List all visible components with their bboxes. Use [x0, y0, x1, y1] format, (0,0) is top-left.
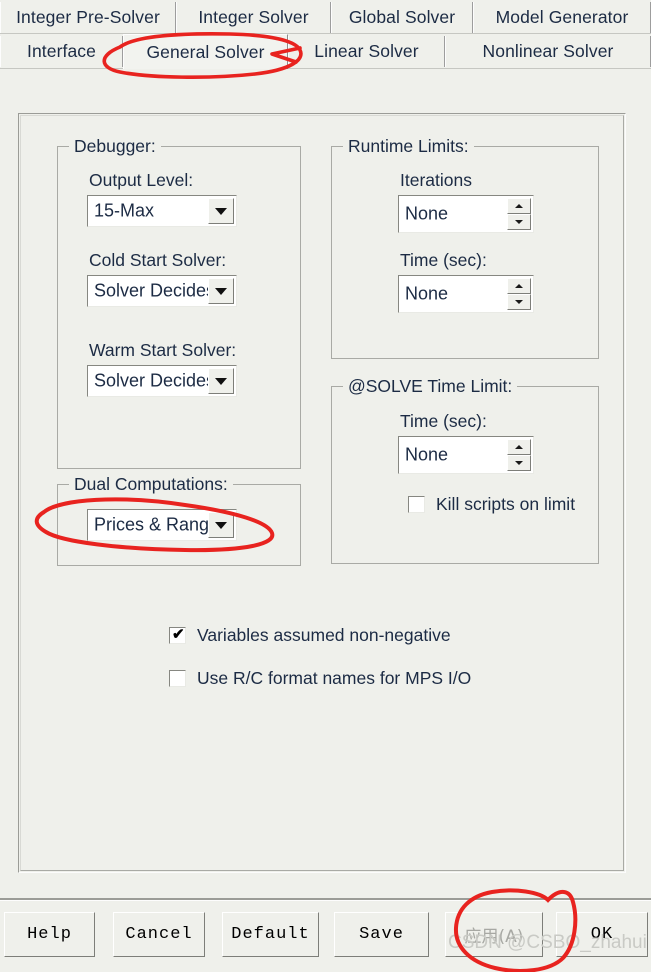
dual-computations-group-title: Dual Computations: — [69, 474, 233, 495]
debugger-group: Debugger: Output Level: 15-Max Cold Star… — [57, 136, 301, 469]
kill-scripts-checkbox-row[interactable]: Kill scripts on limit — [408, 494, 575, 515]
tab-label: Nonlinear Solver — [482, 41, 614, 61]
save-button[interactable]: Save — [334, 912, 429, 957]
rc-format-checkbox[interactable] — [169, 670, 186, 687]
kill-scripts-label: Kill scripts on limit — [436, 494, 576, 514]
iterations-label: Iterations — [400, 170, 472, 190]
runtime-time-stepper[interactable]: None — [398, 275, 534, 313]
cold-start-solver-combo[interactable]: Solver Decides — [87, 275, 237, 307]
watermark-text: CSDN @CSBO_zhahui — [448, 932, 647, 953]
debugger-group-title: Debugger: — [69, 136, 161, 157]
variables-non-negative-checkbox[interactable]: ✔ — [169, 626, 186, 644]
tab-model-generator[interactable]: Model Generator — [473, 2, 651, 33]
bottom-bar-divider-highlight — [0, 900, 651, 901]
output-level-value: 15-Max — [94, 200, 155, 221]
chevron-down-icon[interactable] — [208, 368, 234, 394]
settings-panel: Debugger: Output Level: 15-Max Cold Star… — [18, 113, 626, 873]
iterations-value: None — [405, 203, 449, 224]
tab-interface[interactable]: Interface — [0, 36, 123, 67]
cold-start-solver-label: Cold Start Solver: — [89, 250, 227, 270]
runtime-limits-group-title: Runtime Limits: — [343, 136, 474, 157]
dual-computations-combo[interactable]: Prices & Ranges — [87, 509, 237, 541]
solve-time-limit-group-title: @SOLVE Time Limit: — [343, 376, 518, 397]
iterations-spin-buttons[interactable] — [507, 198, 531, 230]
tab-strip: Integer Pre-Solver Integer Solver Global… — [0, 0, 651, 69]
dual-computations-group: Dual Computations: Prices & Ranges — [57, 474, 301, 566]
chevron-up-icon[interactable] — [507, 278, 531, 294]
chevron-down-icon[interactable] — [208, 198, 234, 224]
warm-start-solver-combo[interactable]: Solver Decides — [87, 365, 237, 397]
button-label: Default — [231, 925, 310, 944]
button-label: Help — [27, 925, 72, 944]
solve-time-limit-group: @SOLVE Time Limit: Time (sec): None Kill… — [331, 376, 599, 564]
runtime-time-value: None — [405, 283, 449, 304]
check-icon: ✔ — [172, 626, 185, 643]
default-button[interactable]: Default — [222, 912, 319, 957]
output-level-label: Output Level: — [89, 170, 194, 190]
options-dialog: Integer Pre-Solver Integer Solver Global… — [0, 0, 651, 972]
runtime-time-label: Time (sec): — [400, 250, 487, 270]
kill-scripts-checkbox[interactable] — [408, 496, 425, 513]
chevron-up-icon[interactable] — [507, 198, 531, 214]
chevron-down-icon[interactable] — [208, 512, 234, 538]
cancel-button[interactable]: Cancel — [113, 912, 205, 957]
chevron-down-icon[interactable] — [507, 455, 531, 471]
tab-label: General Solver — [146, 41, 265, 62]
chevron-down-icon[interactable] — [507, 294, 531, 310]
chevron-down-icon[interactable] — [208, 278, 234, 304]
tab-row-1: Integer Pre-Solver Integer Solver Global… — [0, 0, 651, 33]
runtime-time-spin-buttons[interactable] — [507, 278, 531, 310]
tab-label: Model Generator — [495, 7, 629, 27]
tab-integer-solver[interactable]: Integer Solver — [176, 2, 331, 33]
button-label: Cancel — [125, 925, 193, 944]
tab-integer-pre-solver[interactable]: Integer Pre-Solver — [0, 2, 176, 33]
tab-label: Integer Pre-Solver — [16, 7, 160, 27]
solve-time-spin-buttons[interactable] — [507, 439, 531, 471]
variables-non-negative-label: Variables assumed non-negative — [197, 625, 451, 645]
rc-format-label: Use R/C format names for MPS I/O — [197, 668, 472, 688]
chevron-down-icon[interactable] — [507, 214, 531, 230]
tab-row-2: Interface General Solver Linear Solver N… — [0, 34, 651, 69]
tab-label: Integer Solver — [198, 7, 309, 27]
output-level-combo[interactable]: 15-Max — [87, 195, 237, 227]
tab-general-solver[interactable]: General Solver — [123, 34, 288, 69]
solve-time-stepper[interactable]: None — [398, 436, 534, 474]
chevron-up-icon[interactable] — [507, 439, 531, 455]
cold-start-solver-value: Solver Decides — [94, 280, 216, 301]
warm-start-solver-label: Warm Start Solver: — [89, 340, 237, 360]
button-label: Save — [359, 925, 404, 944]
variables-non-negative-row[interactable]: ✔ Variables assumed non-negative — [169, 625, 451, 646]
tab-label: Interface — [27, 41, 96, 61]
iterations-stepper[interactable]: None — [398, 195, 534, 233]
tab-strip-bottom-divider — [0, 68, 651, 69]
tab-label: Linear Solver — [314, 41, 419, 61]
tab-nonlinear-solver[interactable]: Nonlinear Solver — [445, 36, 651, 67]
solve-time-value: None — [405, 444, 449, 465]
warm-start-solver-value: Solver Decides — [94, 370, 216, 391]
tab-label: Global Solver — [348, 7, 456, 27]
solve-time-label: Time (sec): — [400, 411, 487, 431]
runtime-limits-group: Runtime Limits: Iterations None Time (se… — [331, 136, 599, 359]
help-button[interactable]: Help — [4, 912, 95, 957]
tab-linear-solver[interactable]: Linear Solver — [288, 36, 445, 67]
tab-global-solver[interactable]: Global Solver — [331, 2, 473, 33]
rc-format-row[interactable]: Use R/C format names for MPS I/O — [169, 668, 471, 689]
